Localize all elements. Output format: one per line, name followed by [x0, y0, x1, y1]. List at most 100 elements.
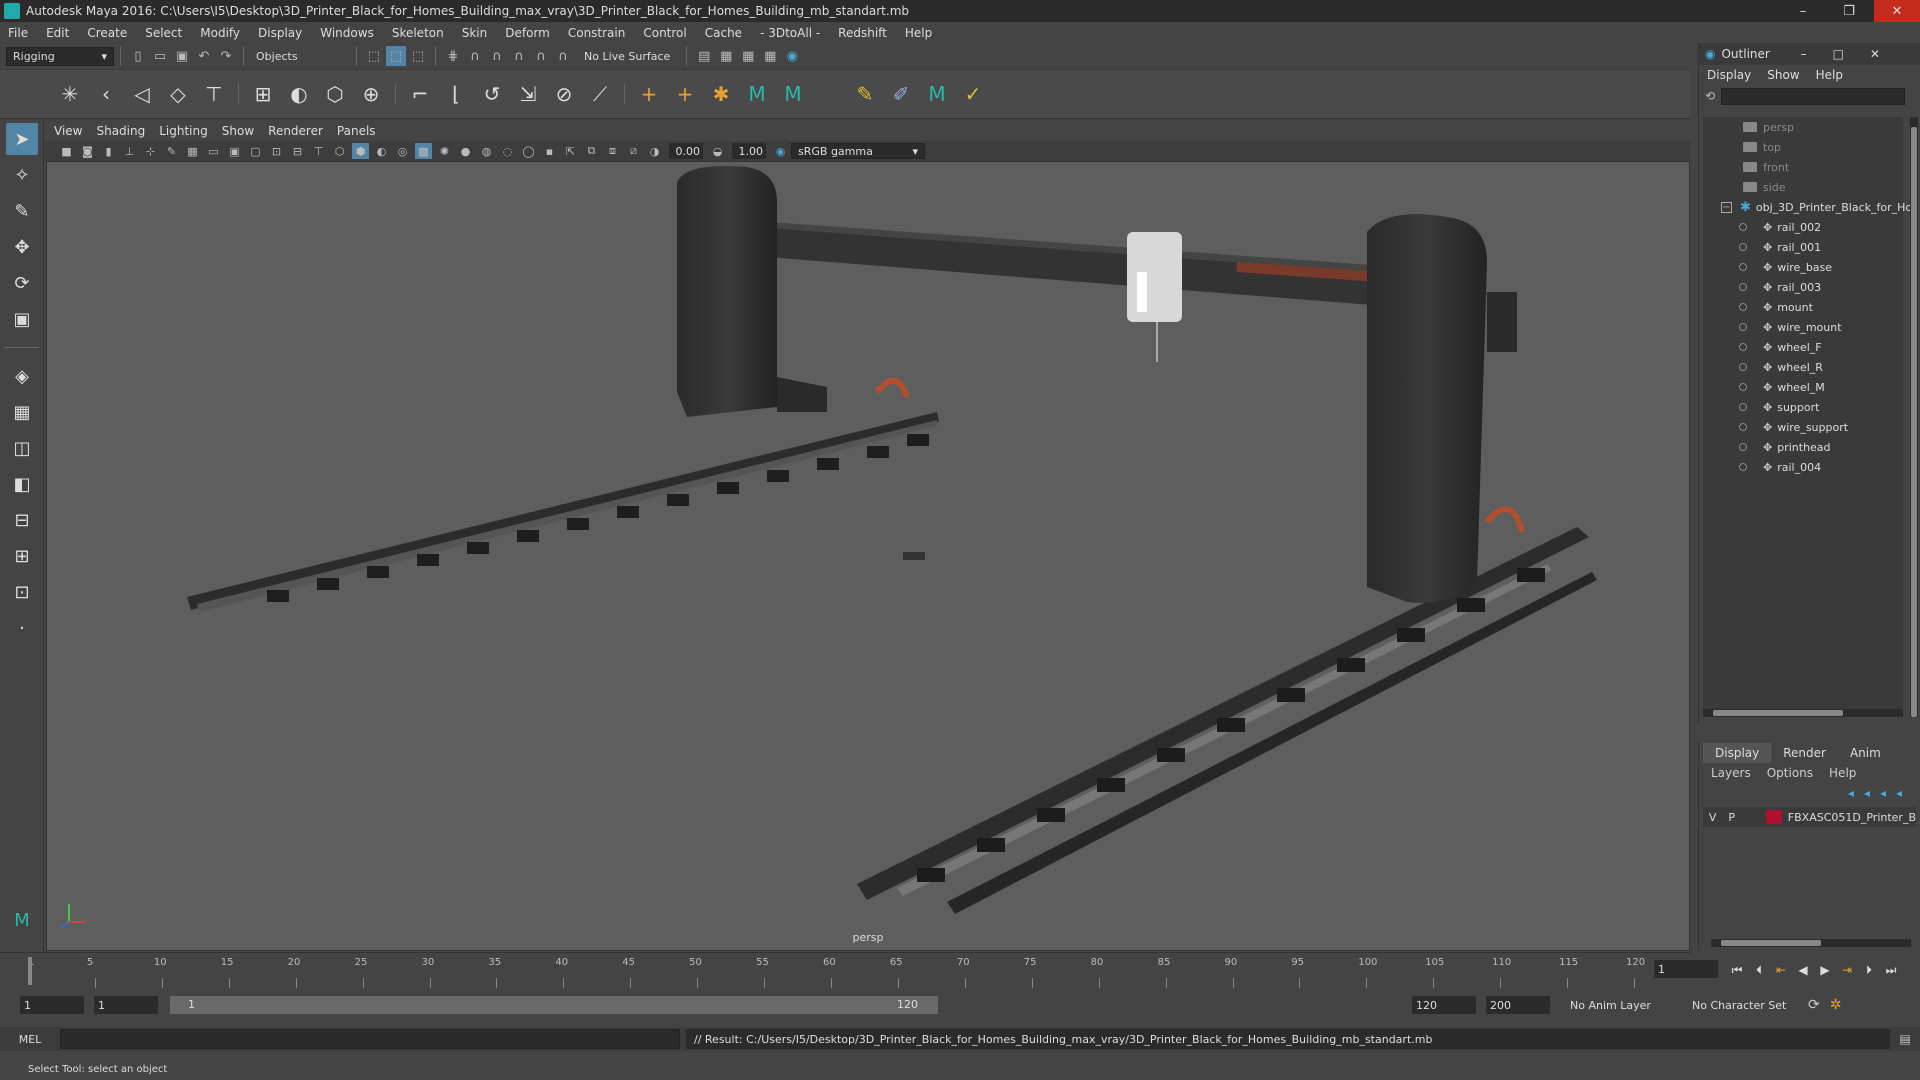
two-d-pan-icon[interactable]: ⊹: [142, 143, 159, 159]
panel-menu-lighting[interactable]: Lighting: [159, 124, 208, 138]
undo-icon[interactable]: ↶: [194, 46, 214, 66]
maya-script-icon[interactable]: M: [777, 78, 809, 110]
tree-item-top[interactable]: top: [1743, 137, 1781, 157]
tree-item-rail-003[interactable]: ✥ rail_003: [1739, 277, 1821, 297]
menu-file[interactable]: File: [8, 26, 28, 40]
preferences-icon[interactable]: ✲: [1830, 997, 1842, 1013]
range-slider[interactable]: 1 120: [170, 996, 938, 1014]
ipr-render-icon[interactable]: ▦: [738, 46, 758, 66]
hypershade-icon[interactable]: ◉: [782, 46, 802, 66]
tree-item-wheel-m[interactable]: ✥ wheel_M: [1739, 377, 1825, 397]
playback-start-field[interactable]: 1: [94, 996, 158, 1014]
tree-item-wheel-f[interactable]: ✥ wheel_F: [1739, 337, 1822, 357]
select-object-icon[interactable]: ⬚: [386, 46, 406, 66]
layer-playback-toggle[interactable]: P: [1722, 811, 1741, 824]
refresh-icon[interactable]: ⟲: [1705, 89, 1715, 103]
tree-item-wheel-r[interactable]: ✥ wheel_R: [1739, 357, 1823, 377]
locator-icon[interactable]: +: [633, 78, 665, 110]
outliner-menu-show[interactable]: Show: [1767, 68, 1799, 82]
tab-display[interactable]: Display: [1703, 743, 1772, 763]
grease-pencil-icon[interactable]: ✎: [163, 143, 180, 159]
range-slider-bar[interactable]: [170, 996, 938, 1014]
expand-icon[interactable]: [1739, 303, 1747, 311]
auto-key-icon[interactable]: ⟳: [1808, 997, 1820, 1013]
tree-item-support[interactable]: ✥ support: [1739, 397, 1819, 417]
graph-layout-icon[interactable]: ⊟: [6, 504, 38, 536]
expand-icon[interactable]: [1739, 383, 1747, 391]
rotate-tool-icon[interactable]: ⟳: [6, 267, 38, 299]
paint-skin-icon[interactable]: ✐: [885, 78, 917, 110]
play-backwards-icon[interactable]: ◀: [1792, 963, 1814, 977]
persp-outliner-layout-icon[interactable]: ◧: [6, 468, 38, 500]
film-gate-icon[interactable]: ▭: [205, 143, 222, 159]
blank-shelf-icon[interactable]: [813, 78, 845, 110]
menu-constrain[interactable]: Constrain: [568, 26, 626, 40]
tree-item-wire-base[interactable]: ✥ wire_base: [1739, 257, 1832, 277]
layer-action-buttons[interactable]: ◂◂◂◂: [1699, 783, 1920, 803]
step-back-frame-icon[interactable]: ⇤: [1770, 963, 1792, 977]
display-layer-row[interactable]: V P FBXASC051D_Printer_B: [1703, 807, 1916, 827]
check-mark-icon[interactable]: ✓: [957, 78, 989, 110]
render-view-icon[interactable]: ▦: [760, 46, 780, 66]
shadows-icon[interactable]: ●: [457, 143, 474, 159]
move-tool-icon[interactable]: ✥: [6, 231, 38, 263]
playback-end-field[interactable]: 120: [1412, 996, 1476, 1014]
resolution-gate-icon[interactable]: ▣: [226, 143, 243, 159]
restore-button[interactable]: ❐: [1826, 0, 1872, 22]
select-component-icon[interactable]: ⬚: [408, 46, 428, 66]
menu-display[interactable]: Display: [258, 26, 302, 40]
mirror-joint-icon[interactable]: ◇: [162, 78, 194, 110]
go-to-end-icon[interactable]: ⏭: [1880, 963, 1902, 978]
orient-joint-icon[interactable]: ⊤: [198, 78, 230, 110]
menu-control[interactable]: Control: [643, 26, 686, 40]
select-camera-icon[interactable]: ■: [58, 143, 75, 159]
layer-menu-help[interactable]: Help: [1829, 766, 1856, 780]
xray-components-icon[interactable]: ⧄: [625, 143, 642, 159]
show-manipulator-icon[interactable]: ◈: [6, 360, 38, 392]
tree-item-front[interactable]: front: [1743, 157, 1789, 177]
tree-item-group[interactable]: − ✱ obj_3D_Printer_Black_for_Ho: [1721, 197, 1912, 217]
image-plane-icon[interactable]: ⊥: [121, 143, 138, 159]
tab-render[interactable]: Render: [1771, 743, 1838, 763]
snap-curve-icon[interactable]: ∩: [465, 46, 485, 66]
hypershade-layout-icon[interactable]: ⊡: [6, 576, 38, 608]
expand-icon[interactable]: [1739, 323, 1747, 331]
textured-icon[interactable]: ▩: [415, 143, 432, 159]
step-forward-key-icon[interactable]: ⏵: [1858, 963, 1880, 978]
selection-mode-dropdown[interactable]: Objects: [250, 46, 350, 66]
bind-skin-icon[interactable]: ⊞: [247, 78, 279, 110]
parent-constraint-icon[interactable]: ⊘: [548, 78, 580, 110]
isolate-select-icon[interactable]: ⇱: [562, 143, 579, 159]
character-set-dropdown[interactable]: No Character Set: [1692, 999, 1802, 1012]
tree-item-rail-004[interactable]: ✥ rail_004: [1739, 457, 1821, 477]
motion-blur-icon[interactable]: ◌: [499, 143, 516, 159]
tree-item-wire-mount[interactable]: ✥ wire_mount: [1739, 317, 1842, 337]
menu-skeleton[interactable]: Skeleton: [392, 26, 444, 40]
wireframe-on-shaded-icon[interactable]: ◎: [394, 143, 411, 159]
select-hierarchy-icon[interactable]: ⬚: [364, 46, 384, 66]
two-pane-layout-icon[interactable]: ◫: [6, 432, 38, 464]
layer-horizontal-scrollbar[interactable]: [1711, 939, 1911, 947]
pole-vector-icon[interactable]: ⟋: [584, 78, 616, 110]
panel-menu-view[interactable]: View: [54, 124, 82, 138]
more-layouts-icon[interactable]: ·: [6, 612, 38, 644]
playhead[interactable]: [28, 957, 32, 985]
set-driven-key-icon[interactable]: ✱: [705, 78, 737, 110]
depth-of-field-icon[interactable]: ▪: [541, 143, 558, 159]
menu-skin[interactable]: Skin: [462, 26, 488, 40]
perspective-viewport[interactable]: persp: [46, 161, 1690, 951]
ik-spline-icon[interactable]: ◁: [126, 78, 158, 110]
snap-center-icon[interactable]: ∩: [553, 46, 573, 66]
color-space-dropdown[interactable]: sRGB gamma ▾: [791, 143, 925, 159]
expand-icon[interactable]: [1739, 343, 1747, 351]
snap-point-icon[interactable]: ∩: [487, 46, 507, 66]
mode-dropdown[interactable]: Rigging ▾: [6, 46, 114, 66]
tree-item-printhead[interactable]: ✥ printhead: [1739, 437, 1831, 457]
tree-item-side[interactable]: side: [1743, 177, 1786, 197]
panel-menu-shading[interactable]: Shading: [96, 124, 145, 138]
script-editor-icon[interactable]: ▤: [1890, 1032, 1920, 1046]
smooth-bind-icon[interactable]: ◐: [283, 78, 315, 110]
anim-layer-dropdown[interactable]: No Anim Layer: [1570, 999, 1680, 1012]
ik-handle-icon[interactable]: ‹: [90, 78, 122, 110]
go-to-start-icon[interactable]: ⏮: [1726, 963, 1748, 978]
